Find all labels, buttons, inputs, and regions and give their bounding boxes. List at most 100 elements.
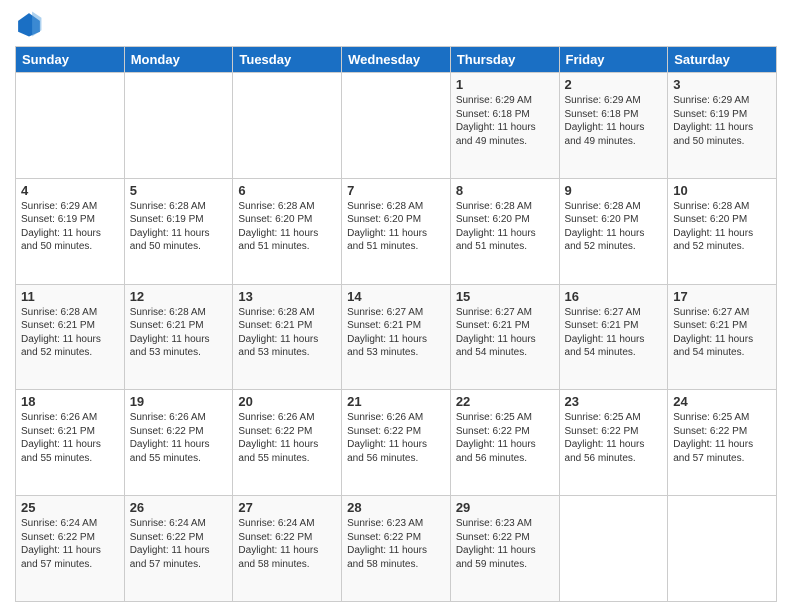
day-info: Sunrise: 6:28 AM Sunset: 6:20 PM Dayligh… [673, 200, 771, 254]
day-number: 6 [238, 183, 336, 198]
day-info: Sunrise: 6:24 AM Sunset: 6:22 PM Dayligh… [238, 517, 336, 571]
day-cell: 4 Sunrise: 6:29 AM Sunset: 6:19 PM Daylig… [16, 178, 125, 284]
day-number: 4 [21, 183, 119, 198]
day-number: 20 [238, 394, 336, 409]
day-number: 24 [673, 394, 771, 409]
weekday-header-saturday: Saturday [668, 47, 777, 73]
weekday-header-wednesday: Wednesday [342, 47, 451, 73]
week-row-4: 18 Sunrise: 6:26 AM Sunset: 6:21 PM Dayli… [16, 390, 777, 496]
day-number: 2 [565, 77, 663, 92]
day-info: Sunrise: 6:29 AM Sunset: 6:18 PM Dayligh… [456, 94, 554, 148]
day-cell [342, 73, 451, 179]
day-cell: 28 Sunrise: 6:23 AM Sunset: 6:22 PM Dayli… [342, 496, 451, 602]
day-info: Sunrise: 6:28 AM Sunset: 6:21 PM Dayligh… [21, 306, 119, 360]
day-cell: 20 Sunrise: 6:26 AM Sunset: 6:22 PM Dayli… [233, 390, 342, 496]
logo-icon [15, 10, 43, 38]
weekday-header-sunday: Sunday [16, 47, 125, 73]
week-row-3: 11 Sunrise: 6:28 AM Sunset: 6:21 PM Dayli… [16, 284, 777, 390]
day-info: Sunrise: 6:27 AM Sunset: 6:21 PM Dayligh… [456, 306, 554, 360]
day-cell: 23 Sunrise: 6:25 AM Sunset: 6:22 PM Dayli… [559, 390, 668, 496]
day-info: Sunrise: 6:28 AM Sunset: 6:21 PM Dayligh… [238, 306, 336, 360]
day-cell: 12Sunrise: 6:28 AM Sunset: 6:21 PM Dayli… [124, 284, 233, 390]
day-cell: 22 Sunrise: 6:25 AM Sunset: 6:22 PM Dayli… [450, 390, 559, 496]
day-number: 7 [347, 183, 445, 198]
day-number: 28 [347, 500, 445, 515]
day-number: 8 [456, 183, 554, 198]
day-info: Sunrise: 6:26 AM Sunset: 6:21 PM Dayligh… [21, 411, 119, 465]
day-info: Sunrise: 6:29 AM Sunset: 6:18 PM Dayligh… [565, 94, 663, 148]
day-cell: 15Sunrise: 6:27 AM Sunset: 6:21 PM Dayli… [450, 284, 559, 390]
day-cell: 10 Sunrise: 6:28 AM Sunset: 6:20 PM Dayli… [668, 178, 777, 284]
day-cell: 24Sunrise: 6:25 AM Sunset: 6:22 PM Dayli… [668, 390, 777, 496]
day-number: 5 [130, 183, 228, 198]
page: SundayMondayTuesdayWednesdayThursdayFrid… [0, 0, 792, 612]
day-number: 26 [130, 500, 228, 515]
calendar: SundayMondayTuesdayWednesdayThursdayFrid… [15, 46, 777, 602]
day-cell: 9 Sunrise: 6:28 AM Sunset: 6:20 PM Daylig… [559, 178, 668, 284]
week-row-1: 1Sunrise: 6:29 AM Sunset: 6:18 PM Daylig… [16, 73, 777, 179]
calendar-body: 1Sunrise: 6:29 AM Sunset: 6:18 PM Daylig… [16, 73, 777, 602]
day-info: Sunrise: 6:29 AM Sunset: 6:19 PM Dayligh… [21, 200, 119, 254]
day-cell: 17 Sunrise: 6:27 AM Sunset: 6:21 PM Dayli… [668, 284, 777, 390]
day-number: 23 [565, 394, 663, 409]
day-cell: 3Sunrise: 6:29 AM Sunset: 6:19 PM Daylig… [668, 73, 777, 179]
day-info: Sunrise: 6:28 AM Sunset: 6:20 PM Dayligh… [565, 200, 663, 254]
day-number: 18 [21, 394, 119, 409]
logo [15, 10, 47, 38]
day-number: 29 [456, 500, 554, 515]
weekday-header-tuesday: Tuesday [233, 47, 342, 73]
day-info: Sunrise: 6:27 AM Sunset: 6:21 PM Dayligh… [347, 306, 445, 360]
day-cell: 8 Sunrise: 6:28 AM Sunset: 6:20 PM Daylig… [450, 178, 559, 284]
day-info: Sunrise: 6:26 AM Sunset: 6:22 PM Dayligh… [238, 411, 336, 465]
day-cell: 11 Sunrise: 6:28 AM Sunset: 6:21 PM Dayli… [16, 284, 125, 390]
weekday-header-row: SundayMondayTuesdayWednesdayThursdayFrid… [16, 47, 777, 73]
day-cell: 6Sunrise: 6:28 AM Sunset: 6:20 PM Daylig… [233, 178, 342, 284]
day-cell [124, 73, 233, 179]
day-info: Sunrise: 6:27 AM Sunset: 6:21 PM Dayligh… [673, 306, 771, 360]
day-number: 3 [673, 77, 771, 92]
day-number: 21 [347, 394, 445, 409]
day-info: Sunrise: 6:26 AM Sunset: 6:22 PM Dayligh… [130, 411, 228, 465]
day-cell: 2 Sunrise: 6:29 AM Sunset: 6:18 PM Daylig… [559, 73, 668, 179]
day-cell: 14 Sunrise: 6:27 AM Sunset: 6:21 PM Dayli… [342, 284, 451, 390]
day-cell: 27 Sunrise: 6:24 AM Sunset: 6:22 PM Dayli… [233, 496, 342, 602]
day-info: Sunrise: 6:25 AM Sunset: 6:22 PM Dayligh… [456, 411, 554, 465]
day-cell: 29 Sunrise: 6:23 AM Sunset: 6:22 PM Dayli… [450, 496, 559, 602]
day-info: Sunrise: 6:24 AM Sunset: 6:22 PM Dayligh… [130, 517, 228, 571]
day-number: 17 [673, 289, 771, 304]
day-number: 10 [673, 183, 771, 198]
day-number: 11 [21, 289, 119, 304]
day-number: 19 [130, 394, 228, 409]
day-cell: 1Sunrise: 6:29 AM Sunset: 6:18 PM Daylig… [450, 73, 559, 179]
day-cell: 25 Sunrise: 6:24 AM Sunset: 6:22 PM Dayli… [16, 496, 125, 602]
day-info: Sunrise: 6:24 AM Sunset: 6:22 PM Dayligh… [21, 517, 119, 571]
day-info: Sunrise: 6:25 AM Sunset: 6:22 PM Dayligh… [565, 411, 663, 465]
header [15, 10, 777, 38]
day-cell: 18 Sunrise: 6:26 AM Sunset: 6:21 PM Dayli… [16, 390, 125, 496]
day-cell: 13Sunrise: 6:28 AM Sunset: 6:21 PM Dayli… [233, 284, 342, 390]
day-cell: 21 Sunrise: 6:26 AM Sunset: 6:22 PM Dayli… [342, 390, 451, 496]
day-number: 27 [238, 500, 336, 515]
day-info: Sunrise: 6:26 AM Sunset: 6:22 PM Dayligh… [347, 411, 445, 465]
weekday-header-friday: Friday [559, 47, 668, 73]
day-number: 9 [565, 183, 663, 198]
day-cell: 16Sunrise: 6:27 AM Sunset: 6:21 PM Dayli… [559, 284, 668, 390]
week-row-2: 4 Sunrise: 6:29 AM Sunset: 6:19 PM Daylig… [16, 178, 777, 284]
weekday-header-monday: Monday [124, 47, 233, 73]
week-row-5: 25 Sunrise: 6:24 AM Sunset: 6:22 PM Dayli… [16, 496, 777, 602]
day-number: 25 [21, 500, 119, 515]
day-cell [233, 73, 342, 179]
day-cell: 7Sunrise: 6:28 AM Sunset: 6:20 PM Daylig… [342, 178, 451, 284]
day-cell [668, 496, 777, 602]
day-info: Sunrise: 6:23 AM Sunset: 6:22 PM Dayligh… [456, 517, 554, 571]
day-number: 14 [347, 289, 445, 304]
day-info: Sunrise: 6:28 AM Sunset: 6:21 PM Dayligh… [130, 306, 228, 360]
day-info: Sunrise: 6:28 AM Sunset: 6:20 PM Dayligh… [456, 200, 554, 254]
day-cell [16, 73, 125, 179]
day-info: Sunrise: 6:27 AM Sunset: 6:21 PM Dayligh… [565, 306, 663, 360]
day-cell: 19 Sunrise: 6:26 AM Sunset: 6:22 PM Dayli… [124, 390, 233, 496]
day-cell: 26 Sunrise: 6:24 AM Sunset: 6:22 PM Dayli… [124, 496, 233, 602]
day-number: 22 [456, 394, 554, 409]
day-info: Sunrise: 6:23 AM Sunset: 6:22 PM Dayligh… [347, 517, 445, 571]
day-cell: 5Sunrise: 6:28 AM Sunset: 6:19 PM Daylig… [124, 178, 233, 284]
